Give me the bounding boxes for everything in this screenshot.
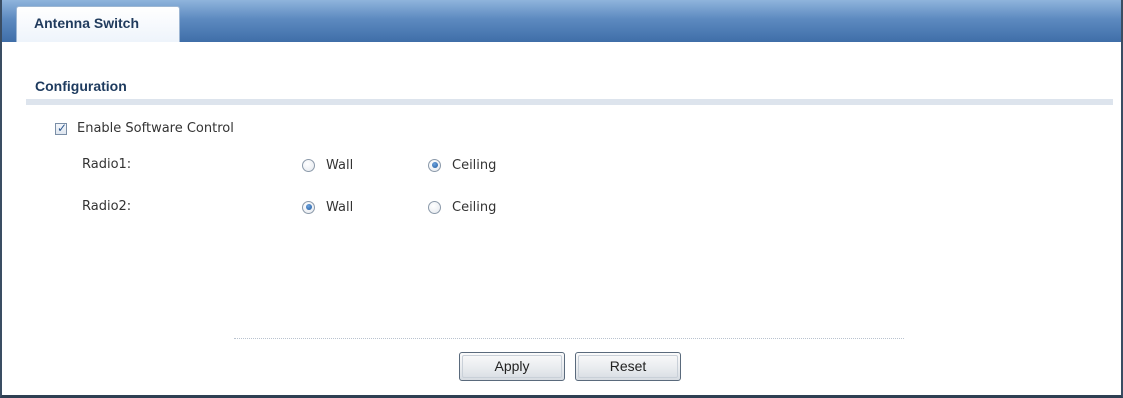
apply-button-label: Apply [494, 358, 530, 374]
enable-software-control-checkbox[interactable]: ✓ [55, 120, 68, 135]
section-title: Configuration [35, 78, 127, 94]
enable-software-control-row[interactable]: ✓ Enable Software Control [55, 121, 234, 136]
radio1-option-wall[interactable]: Wall [302, 155, 353, 175]
radio2-option-ceiling[interactable]: Ceiling [428, 197, 496, 217]
tab-antenna-switch[interactable]: Antenna Switch [16, 6, 180, 42]
radio2-label: Radio2: [82, 199, 132, 214]
tab-bar: Antenna Switch [2, 0, 1121, 42]
radio1-wall-label: Wall [326, 157, 354, 173]
footer-divider [234, 338, 904, 339]
reset-button[interactable]: Reset [575, 352, 681, 381]
enable-software-control-label: Enable Software Control [77, 121, 234, 136]
radio1-wall-radio[interactable] [302, 158, 315, 172]
radio1-ceiling-label: Ceiling [452, 157, 497, 173]
radio1-option-ceiling[interactable]: Ceiling [428, 155, 496, 175]
radio2-wall-label: Wall [326, 199, 354, 215]
apply-button[interactable]: Apply [459, 352, 565, 381]
checkmark-icon: ✓ [57, 120, 68, 135]
radio1-ceiling-radio[interactable] [428, 158, 441, 172]
radio1-row: Radio1: Wall Ceiling [82, 155, 682, 175]
section-divider [26, 99, 1113, 105]
radio2-option-wall[interactable]: Wall [302, 197, 353, 217]
antenna-switch-panel: Antenna Switch Configuration ✓ Enable So… [0, 0, 1123, 398]
radio1-label: Radio1: [82, 157, 132, 172]
radio2-ceiling-radio[interactable] [428, 200, 441, 214]
radio2-ceiling-label: Ceiling [452, 199, 497, 215]
radio2-row: Radio2: Wall Ceiling [82, 197, 682, 217]
radio2-wall-radio[interactable] [302, 200, 315, 214]
reset-button-label: Reset [609, 358, 647, 374]
